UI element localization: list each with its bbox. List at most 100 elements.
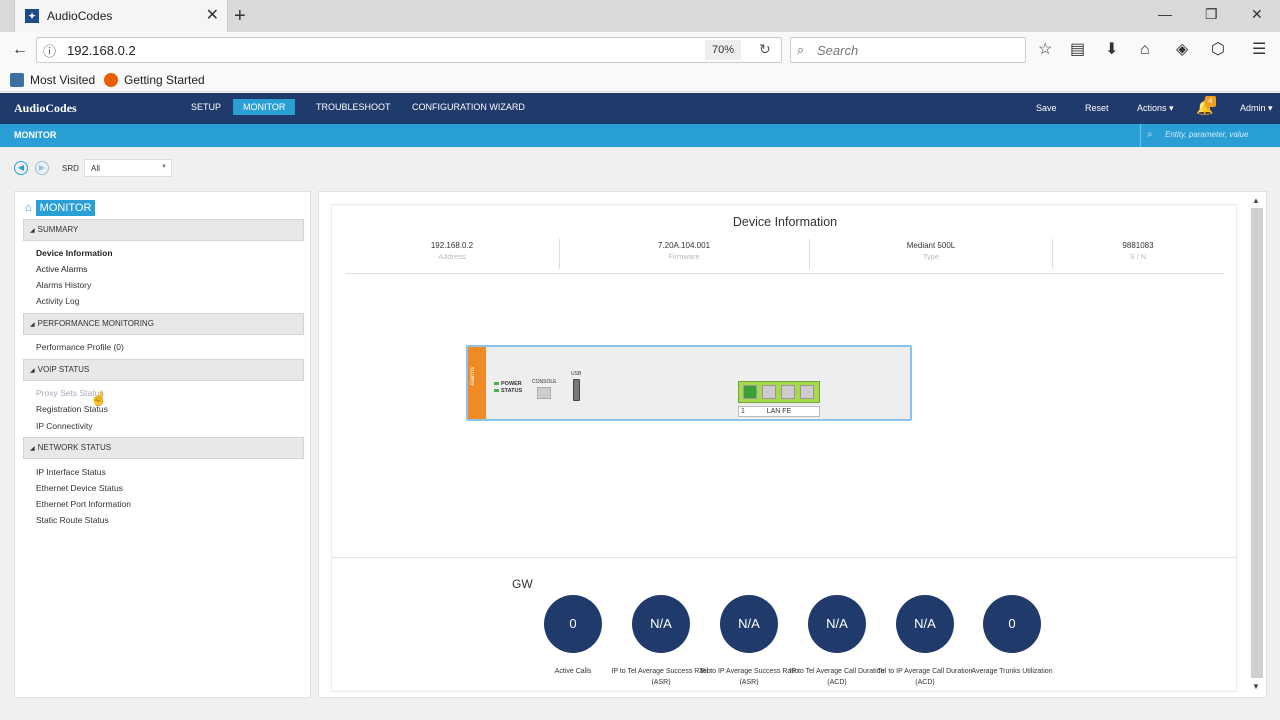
nav-activity-log[interactable]: Activity Log xyxy=(36,296,79,306)
divider xyxy=(809,239,810,269)
reset-button[interactable]: Reset xyxy=(1085,103,1109,113)
monitor-root[interactable]: ⌂ MONITOR xyxy=(25,200,96,216)
alarms-indicator[interactable]: Alarms xyxy=(468,347,486,419)
power-led xyxy=(494,382,499,385)
nav-device-information[interactable]: Device Information xyxy=(36,248,113,258)
nav-configuration-wizard[interactable]: CONFIGURATION WIZARD xyxy=(412,102,525,112)
nav-static-route-status[interactable]: Static Route Status xyxy=(36,515,109,525)
star-icon[interactable]: ☆ xyxy=(1038,40,1052,60)
nav-alarms-history[interactable]: Alarms History xyxy=(36,280,91,290)
scroll-up-icon[interactable]: ▲ xyxy=(1252,196,1260,205)
search-placeholder[interactable]: Search xyxy=(817,43,858,58)
collapse-triangle-icon: ◢ xyxy=(30,368,35,374)
section-voip-status[interactable]: ◢ VOIP STATUS xyxy=(23,359,304,381)
scrollbar[interactable]: ▲ ▼ xyxy=(1249,194,1265,694)
kpi-ip-tel-asr[interactable]: N/A IP to Tel Average Success Ratio (ASR… xyxy=(611,595,711,688)
actions-menu[interactable]: Actions ▾ xyxy=(1137,103,1174,114)
browser-tab[interactable]: ✦ AudioCodes ✕ xyxy=(14,0,228,32)
nav-setup[interactable]: SETUP xyxy=(191,102,221,112)
device-information-panel: Device Information 192.168.0.2 Address 7… xyxy=(318,191,1267,698)
close-icon[interactable]: ✕ xyxy=(206,8,219,24)
url-text[interactable]: 192.168.0.2 xyxy=(67,43,136,58)
admin-menu[interactable]: Admin ▾ xyxy=(1240,103,1273,114)
new-tab-icon[interactable]: + xyxy=(234,4,246,28)
nav-troubleshoot[interactable]: TROUBLESHOOT xyxy=(316,102,391,112)
bookmark-getting-started[interactable]: Getting Started xyxy=(104,73,205,87)
forward-circle-icon[interactable]: ▶ xyxy=(35,161,49,175)
nav-ip-interface-status[interactable]: IP Interface Status xyxy=(36,467,106,477)
reload-icon[interactable]: ↻ xyxy=(759,41,771,58)
entity-search[interactable]: ⌕ Entity, parameter, value xyxy=(1140,124,1280,147)
srd-select[interactable]: All ▼ xyxy=(84,159,172,177)
audiocodes-favicon: ✦ xyxy=(25,9,39,23)
info-firmware: 7.20A.104.001 Firmware xyxy=(657,241,711,261)
kpi-tel-ip-asr[interactable]: N/A Tel to IP Average Success Ratio (ASR… xyxy=(699,595,799,688)
lan-port-2[interactable] xyxy=(762,385,776,399)
kpi-trunks-utilization[interactable]: 0 Average Trunks Utilization xyxy=(962,595,1062,677)
section-performance-monitoring[interactable]: ◢ PERFORMANCE MONITORING xyxy=(23,313,304,335)
bookmark-most-visited[interactable]: Most Visited xyxy=(10,73,95,87)
download-icon[interactable]: ⬇ xyxy=(1105,40,1118,60)
window-close-icon[interactable]: ✕ xyxy=(1251,6,1263,23)
home-icon[interactable]: ⌂ xyxy=(1140,40,1150,60)
kpi-tel-ip-acd[interactable]: N/A Tel to IP Average Call Duration (ACD… xyxy=(875,595,975,688)
lan-port-4[interactable] xyxy=(800,385,814,399)
menu-icon[interactable]: ☰ xyxy=(1252,40,1266,60)
page-title: MONITOR xyxy=(14,130,57,140)
collapse-triangle-icon: ◢ xyxy=(30,228,35,234)
kpi-ip-tel-acd[interactable]: N/A IP to Tel Average Call Duration (ACD… xyxy=(787,595,887,688)
scroll-down-icon[interactable]: ▼ xyxy=(1252,682,1260,691)
divider xyxy=(559,239,560,269)
gw-label: GW xyxy=(512,577,533,591)
minimize-icon[interactable]: — xyxy=(1158,6,1172,22)
monitor-nav-panel: ⌂ MONITOR ◢ SUMMARY Device Information Ac… xyxy=(14,191,311,698)
nav-ethernet-port-information[interactable]: Ethernet Port Information xyxy=(36,499,131,509)
pocket-icon[interactable]: ◈ xyxy=(1176,40,1188,60)
console-port[interactable]: CONSOLE xyxy=(532,379,556,399)
bookmark-icon xyxy=(10,73,24,87)
divider xyxy=(346,273,1224,274)
search-icon: ⌕ xyxy=(797,42,805,57)
content-frame: Device Information 192.168.0.2 Address 7… xyxy=(331,204,1238,692)
sub-header: MONITOR ⌕ Entity, parameter, value xyxy=(0,124,1280,147)
search-icon: ⌕ xyxy=(1147,129,1153,140)
usb-port[interactable]: USB xyxy=(571,371,581,401)
srd-bar: ◀ ▶ SRD All ▼ xyxy=(0,147,1280,191)
url-bar[interactable]: ⓘ 192.168.0.2 70% ↻ xyxy=(36,37,782,63)
nav-ip-connectivity[interactable]: IP Connectivity xyxy=(36,421,93,431)
audiocodes-logo[interactable]: AudioCodes xyxy=(14,101,77,116)
entity-search-placeholder[interactable]: Entity, parameter, value xyxy=(1165,130,1248,139)
bookmarks-bar: Most Visited Getting Started xyxy=(0,68,1280,92)
lan-port-3[interactable] xyxy=(781,385,795,399)
divider xyxy=(332,557,1238,558)
save-button[interactable]: Save xyxy=(1036,103,1057,113)
zoom-level[interactable]: 70% xyxy=(705,40,741,60)
lan-port-1[interactable] xyxy=(743,385,757,399)
nav-monitor[interactable]: MONITOR xyxy=(233,99,296,115)
browser-navbar: ← ⓘ 192.168.0.2 70% ↻ ⌕ Search ☆ ▤ ⬇ ⌂ ◈… xyxy=(0,32,1280,68)
extension-icon[interactable]: ⬡ xyxy=(1211,40,1225,60)
back-icon[interactable]: ← xyxy=(12,40,28,60)
info-type: Mediant 500L Type xyxy=(906,241,956,261)
collapse-triangle-icon: ◢ xyxy=(30,322,35,328)
nav-active-alarms[interactable]: Active Alarms xyxy=(36,264,88,274)
section-network-status[interactable]: ◢ NETWORK STATUS xyxy=(23,437,304,459)
app-header: AudioCodes SETUP MONITOR TROUBLESHOOT CO… xyxy=(0,93,1280,124)
mouse-cursor-icon: ☝ xyxy=(90,390,108,406)
kpi-active-calls[interactable]: 0 Active Calls xyxy=(523,595,623,677)
back-circle-icon[interactable]: ◀ xyxy=(14,161,28,175)
info-icon[interactable]: ⓘ xyxy=(43,41,56,60)
power-status-leds: POWER STATUS xyxy=(494,381,522,395)
reading-list-icon[interactable]: ▤ xyxy=(1070,40,1085,60)
browser-search[interactable]: ⌕ Search xyxy=(790,37,1026,63)
device-front-panel[interactable]: Alarms POWER STATUS CONSOLE USB 1 LAN FE xyxy=(466,345,912,421)
scroll-thumb[interactable] xyxy=(1251,208,1263,678)
lan-ports xyxy=(738,381,820,403)
status-led xyxy=(494,389,499,392)
nav-performance-profile[interactable]: Performance Profile (0) xyxy=(36,342,124,352)
restore-icon[interactable]: ❐ xyxy=(1205,6,1218,23)
tab-title: AudioCodes xyxy=(47,9,113,23)
browser-tabbar: ✦ AudioCodes ✕ + — ❐ ✕ xyxy=(0,0,1280,32)
section-summary[interactable]: ◢ SUMMARY xyxy=(23,219,304,241)
nav-ethernet-device-status[interactable]: Ethernet Device Status xyxy=(36,483,123,493)
